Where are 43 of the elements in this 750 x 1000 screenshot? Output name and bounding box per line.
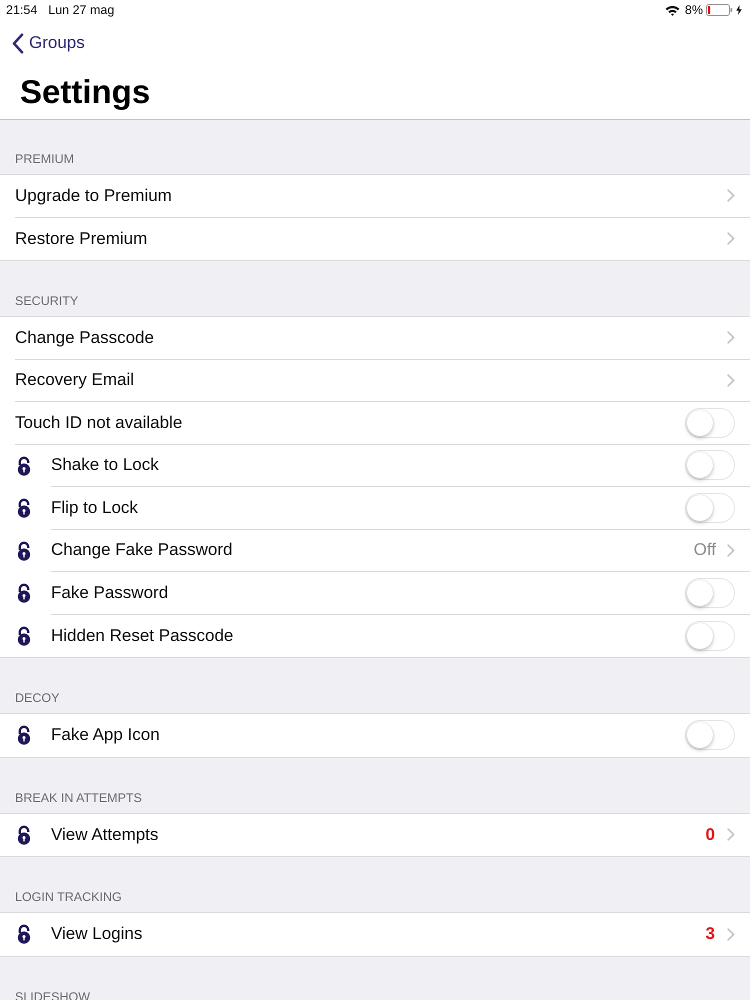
chevron-right-icon (727, 331, 735, 344)
toggle-switch[interactable] (685, 720, 735, 750)
chevron-right-icon (727, 828, 735, 842)
toggle-switch[interactable] (685, 492, 735, 523)
section-header: DECOY (15, 691, 60, 705)
page-title: Settings (20, 72, 150, 112)
row-label: Hidden Reset Passcode (51, 626, 234, 646)
status-time: 21:54 (6, 3, 38, 17)
chevron-right-icon (727, 189, 735, 202)
wifi-icon (664, 4, 680, 16)
row-label: Change Fake Password (51, 540, 234, 560)
toggle-switch[interactable] (685, 450, 735, 480)
row-label: Upgrade to Premium (15, 186, 173, 206)
row-label: Restore Premium (15, 228, 148, 249)
toggle-switch[interactable] (685, 578, 735, 608)
count-value: 3 (706, 924, 715, 944)
row-label: Change Passcode (15, 328, 155, 348)
chevron-right-icon (727, 544, 735, 557)
section-header: LOGIN TRACKING (15, 890, 122, 904)
row-label: View Logins (51, 924, 144, 944)
section-header: BREAK IN ATTEMPTS (15, 790, 142, 804)
chevron-right-icon (727, 232, 735, 246)
row-label: Flip to Lock (51, 498, 139, 518)
toggle-switch[interactable] (685, 620, 735, 651)
chevron-right-icon (727, 928, 735, 941)
row-label: Touch ID not available (15, 412, 184, 433)
chevron-right-icon (727, 374, 735, 387)
detail-value: Off (694, 540, 716, 560)
charging-bolt-icon (736, 5, 742, 15)
count-value: 0 (706, 824, 715, 845)
status-date: Lun 27 mag (48, 3, 114, 17)
row-label: Shake to Lock (51, 455, 160, 476)
row-label: Fake App Icon (51, 725, 161, 746)
section-header: PREMIUM (15, 152, 74, 166)
battery-percent: 8% (684, 3, 703, 17)
chevron-left-icon (12, 32, 24, 54)
row-label: View Attempts (51, 824, 160, 845)
row-label: Fake Password (51, 582, 170, 603)
row-label: Recovery Email (15, 370, 136, 390)
battery-icon (706, 4, 733, 16)
section-header: SECURITY (15, 294, 78, 308)
toggle-switch[interactable] (685, 408, 735, 438)
back-button[interactable]: Groups (12, 32, 85, 54)
